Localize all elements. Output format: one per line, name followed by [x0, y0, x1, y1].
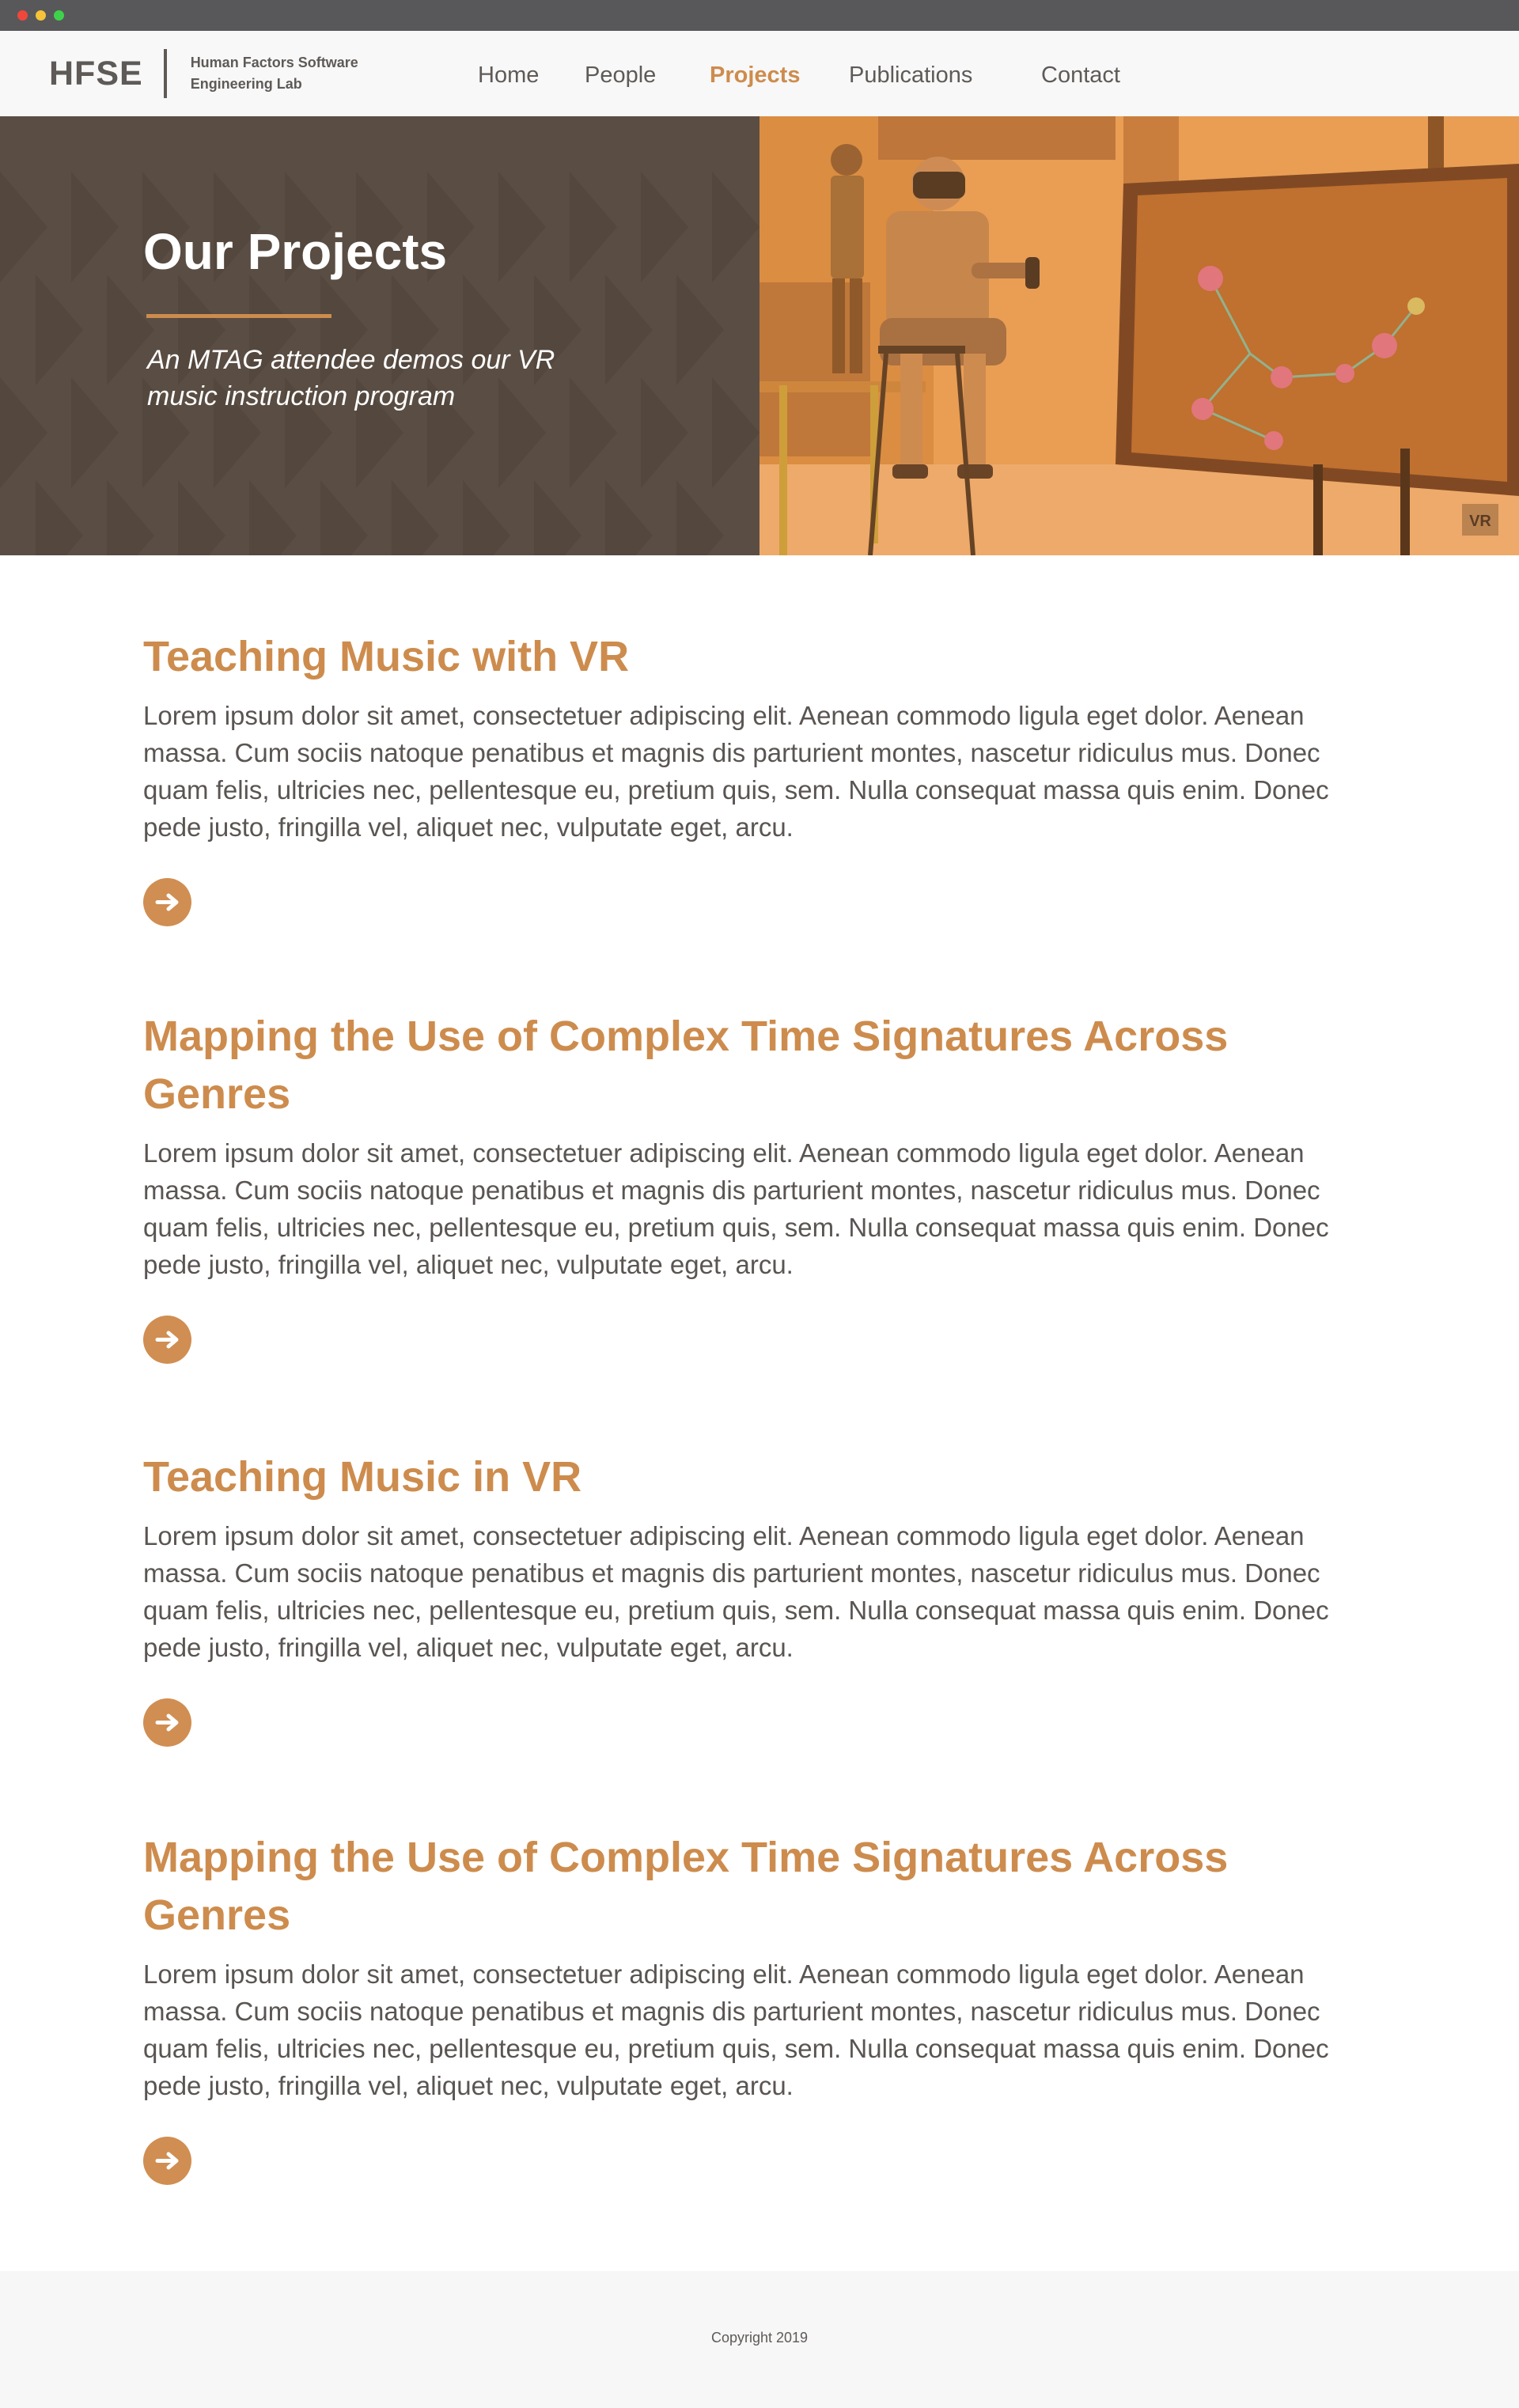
main-nav: Home People Projects Publications Contac… [0, 62, 1519, 94]
nav-item-contact[interactable]: Contact [1041, 62, 1120, 89]
arrow-right-icon [155, 1713, 179, 1732]
nav-item-publications[interactable]: Publications [849, 62, 972, 89]
page-title: Our Projects [143, 223, 448, 280]
site-header: HFSE Human Factors Software Engineering … [0, 31, 1519, 116]
project-description: Lorem ipsum dolor sit amet, consectetuer… [143, 1959, 1329, 2100]
project-title[interactable]: Mapping the Use of Complex Time Signatur… [143, 1829, 1346, 1944]
nav-item-people[interactable]: People [585, 62, 656, 89]
project-title[interactable]: Teaching Music in VR [143, 1448, 1346, 1506]
project-link-button[interactable] [143, 1698, 191, 1747]
project-link-button[interactable] [143, 2137, 191, 2185]
project-card: Teaching Music in VR Lorem ipsum dolor s… [143, 1448, 1346, 1747]
nav-item-home[interactable]: Home [478, 62, 539, 89]
project-title[interactable]: Teaching Music with VR [143, 628, 1346, 686]
site-footer: Copyright 2019 [0, 2271, 1519, 2408]
project-description: Lorem ipsum dolor sit amet, consectetuer… [143, 1521, 1329, 1662]
arrow-right-icon [155, 893, 179, 911]
nav-item-projects[interactable]: Projects [710, 62, 800, 89]
browser-window-bar [0, 0, 1519, 31]
window-minimize-dot[interactable] [36, 10, 46, 21]
triangle-pattern [0, 172, 760, 555]
project-link-button[interactable] [143, 878, 191, 926]
project-card: Mapping the Use of Complex Time Signatur… [143, 1008, 1346, 1364]
copyright-text: Copyright 2019 [710, 2330, 809, 2346]
project-description: Lorem ipsum dolor sit amet, consectetuer… [143, 701, 1329, 842]
project-card: Mapping the Use of Complex Time Signatur… [143, 1829, 1346, 2185]
hero-banner: Our Projects An MTAG attendee demos our … [0, 116, 1519, 555]
hero-photo-panel: VR [760, 116, 1519, 555]
project-card: Teaching Music with VR Lorem ipsum dolor… [143, 628, 1346, 926]
title-underline [146, 314, 331, 318]
project-link-button[interactable] [143, 1316, 191, 1364]
arrow-right-icon [155, 2152, 179, 2170]
window-maximize-dot[interactable] [54, 10, 64, 21]
hero-caption: An MTAG attendee demos our VR music inst… [147, 345, 555, 411]
vr-demo-photo: VR [760, 116, 1519, 555]
window-close-dot[interactable] [17, 10, 28, 21]
arrow-right-icon [155, 1331, 179, 1349]
hero-text-panel: Our Projects An MTAG attendee demos our … [0, 116, 760, 555]
project-description: Lorem ipsum dolor sit amet, consectetuer… [143, 1138, 1329, 1279]
project-title[interactable]: Mapping the Use of Complex Time Signatur… [143, 1008, 1346, 1123]
